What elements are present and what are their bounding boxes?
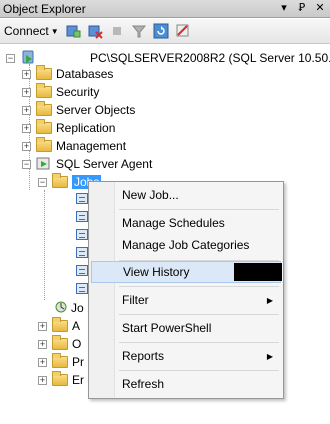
filter-icon[interactable] [131,23,147,39]
menu-item-reports[interactable]: Reports ▶ [91,345,281,367]
tree-item-replication[interactable]: + Replication [22,119,115,137]
pin-icon[interactable]: Ꝑ [296,1,308,15]
expand-icon[interactable]: + [38,357,47,367]
dropdown-icon[interactable]: ▾ [278,1,290,15]
job-icon[interactable] [76,247,88,258]
menu-item-label: Filter [122,293,149,307]
tree-item-proxies[interactable]: + Pr [38,353,84,371]
job-icon[interactable] [76,229,88,240]
refresh-icon[interactable] [153,23,169,39]
tree-item-label: SQL Server Agent [56,157,153,171]
window-controls: ▾ Ꝑ ✕ [278,1,326,15]
collapse-icon[interactable]: − [6,53,15,63]
menu-item-label: Manage Schedules [122,216,225,230]
tree-item-alerts[interactable]: + A [38,317,80,335]
tree-item-server-objects[interactable]: + Server Objects [22,101,135,119]
expand-icon[interactable]: + [22,105,31,115]
menu-item-manage-job-categories[interactable]: Manage Job Categories [91,234,281,256]
menu-separator [119,342,279,343]
menu-item-refresh[interactable]: Refresh [91,373,281,395]
folder-icon [36,83,52,98]
submenu-arrow-icon: ▶ [266,295,273,305]
tree-item-label: Er [72,373,84,387]
expand-icon[interactable]: + [38,375,47,385]
tree-item-label: O [72,337,82,351]
object-explorer-toolbar: Connect ▼ [0,19,330,44]
tree-item-job-activity[interactable]: Jo [54,299,84,317]
server-label: PC\SQLSERVER2008R2 (SQL Server 10.50.16 [90,51,330,65]
menu-item-label: Refresh [122,377,165,391]
window-title: Object Explorer [3,1,86,16]
tree-item-label: Security [56,85,100,99]
job-icon[interactable] [76,283,88,294]
tree-connector [44,190,45,300]
tree-item-management[interactable]: + Management [22,137,126,155]
job-icon[interactable] [76,265,88,276]
connect-label: Connect [4,24,49,38]
folder-icon [36,119,52,134]
activity-monitor-icon[interactable] [175,23,191,39]
connect-button[interactable]: Connect ▼ [4,24,59,38]
menu-separator [119,314,279,315]
redaction-box [234,263,282,281]
job-icon[interactable] [76,211,88,222]
folder-icon [36,137,52,152]
menu-item-filter[interactable]: Filter ▶ [91,289,281,311]
menu-separator [119,209,279,210]
tree-item-security[interactable]: + Security [22,83,99,101]
menu-item-manage-schedules[interactable]: Manage Schedules [91,212,281,234]
folder-icon [36,65,52,80]
collapse-icon[interactable]: − [22,159,31,169]
menu-separator [119,286,279,287]
expand-icon[interactable]: + [22,141,31,151]
menu-item-label: View History [123,265,190,279]
stop-icon[interactable] [109,23,125,39]
tree-item-label: Databases [56,67,114,81]
expand-icon[interactable]: + [22,69,31,79]
tree-item-operators[interactable]: + O [38,335,81,353]
menu-item-start-powershell[interactable]: Start PowerShell [91,317,281,339]
sql-agent-icon [36,155,52,174]
tree-item-label: Server Objects [56,103,136,117]
expand-icon[interactable]: + [38,339,47,349]
folder-icon [52,371,68,386]
tree-item-label: Management [56,139,127,153]
tree-item-databases[interactable]: + Databases [22,65,113,83]
disconnect-icon[interactable] [87,23,103,39]
tree-item-label: A [72,319,81,333]
chevron-down-icon: ▼ [50,26,59,36]
tree-item-sql-server-agent[interactable]: − SQL Server Agent [22,155,152,173]
expand-icon[interactable]: + [22,87,31,97]
folder-icon [52,173,68,188]
connect-object-icon[interactable] [65,23,81,39]
folder-icon [52,335,68,350]
menu-item-label: Reports [122,349,165,363]
expand-icon[interactable]: + [38,321,47,331]
tree-item-label: Pr [72,355,84,369]
menu-item-new-job[interactable]: New Job... [91,184,281,206]
folder-icon [36,101,52,116]
close-icon[interactable]: ✕ [314,1,326,15]
tree-item-label: Replication [56,121,116,135]
context-menu: New Job... Manage Schedules Manage Job C… [88,181,284,399]
menu-item-label: Manage Job Categories [122,238,250,252]
tree-item-label: Jo [71,301,84,315]
folder-icon [52,317,68,332]
object-explorer-title-bar: Object Explorer ▾ Ꝑ ✕ [0,0,330,18]
expand-icon[interactable]: + [22,123,31,133]
menu-item-label: New Job... [122,188,179,202]
menu-separator [119,370,279,371]
tree-item-error-logs[interactable]: + Er [38,371,84,389]
job-activity-monitor-icon [54,300,68,317]
folder-icon [52,353,68,368]
job-icon[interactable] [76,193,88,204]
collapse-icon[interactable]: − [38,177,47,187]
menu-item-label: Start PowerShell [122,321,212,335]
submenu-arrow-icon: ▶ [266,351,273,361]
